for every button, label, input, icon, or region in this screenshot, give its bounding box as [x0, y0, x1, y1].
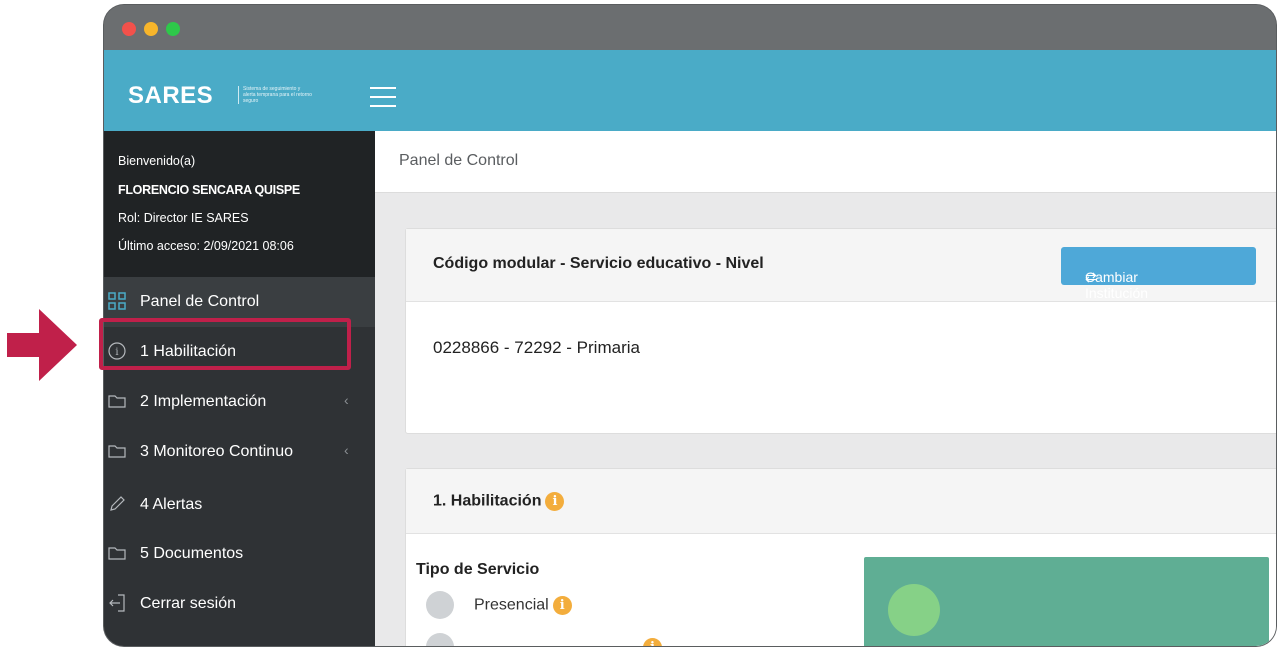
folder-icon [108, 445, 126, 458]
change-institution-button[interactable]: ⇄ Cambiar Institución [1061, 247, 1256, 301]
habilitacion-card-title-wrap: 1. Habilitación i [433, 492, 565, 511]
sidebar-item-label: 5 Documentos [140, 545, 244, 562]
folder-icon [108, 547, 126, 560]
hamburger-icon[interactable] [370, 87, 396, 107]
svg-text:i: i [115, 347, 118, 358]
radio-circle[interactable] [426, 633, 454, 646]
close-window-button[interactable] [122, 22, 136, 36]
sidebar-item-label: 3 Monitoreo Continuo [140, 443, 293, 460]
sidebar-item-label: 1 Habilitación [140, 343, 237, 360]
institution-value: 0228866 - 72292 - Primaria [433, 338, 640, 357]
maximize-window-button[interactable] [166, 22, 180, 36]
page-header: Panel de Control [375, 131, 1276, 193]
institution-card: Código modular - Servicio educativo - Ni… [405, 228, 1276, 434]
sidebar-item-panel-de-control[interactable]: Panel de Control [104, 277, 375, 327]
sidebar-item-label: 4 Alertas [140, 496, 203, 513]
sidebar-item-alertas[interactable]: 4 Alertas [104, 480, 375, 530]
sidebar-item-documentos[interactable]: 5 Documentos [104, 529, 375, 579]
logout-icon [109, 594, 125, 612]
status-panel [864, 557, 1269, 646]
habilitacion-card-header: 1. Habilitación i [406, 469, 1276, 534]
info-icon[interactable]: i [545, 492, 565, 511]
folder-icon [108, 395, 126, 408]
service-type-label: Tipo de Servicio [416, 561, 540, 578]
pencil-icon [110, 496, 125, 511]
radio-label: Presencial [474, 596, 549, 614]
change-institution-label: Cambiar Institución [1085, 269, 1149, 301]
minimize-window-button[interactable] [144, 22, 158, 36]
main-content: Panel de Control Código modular - Servic… [375, 131, 1276, 646]
pointer-arrow-icon [7, 309, 77, 381]
breadcrumb: Panel de Control [399, 152, 519, 169]
institution-card-title: Código modular - Servicio educativo - Ni… [433, 255, 764, 272]
sidebar-item-label: Panel de Control [140, 293, 260, 310]
status-indicator [888, 584, 940, 636]
user-name: FLORENCIO SENCARA QUISPE [118, 183, 300, 197]
grid-icon [108, 292, 126, 310]
browser-window: SARES Sistema de seguimiento y alerta te… [104, 5, 1276, 646]
sidebar-item-monitoreo-continuo[interactable]: 3 Monitoreo Continuo ‹ [104, 427, 375, 477]
sidebar: Bienvenido(a) FLORENCIO SENCARA QUISPE R… [104, 131, 375, 646]
logo-tagline: Sistema de seguimiento y alerta temprana… [238, 86, 313, 104]
sidebar-item-label: 2 Implementación [140, 393, 267, 410]
sidebar-item-label: Cerrar sesión [140, 595, 237, 612]
info-circle-icon: i [108, 342, 126, 360]
chevron-left-icon: ‹ [344, 392, 349, 408]
user-role: Rol: Director IE SARES [118, 211, 249, 225]
info-icon[interactable]: i [552, 596, 572, 615]
sares-logo[interactable]: SARES [128, 82, 213, 110]
habilitacion-card-title: 1. Habilitación [433, 492, 542, 510]
info-icon[interactable]: i [643, 638, 662, 646]
sidebar-item-cerrar-sesion[interactable]: Cerrar sesión [104, 579, 375, 629]
sidebar-item-habilitacion[interactable]: i 1 Habilitación [104, 327, 375, 377]
habilitacion-card: 1. Habilitación i Tipo de Servicio Presen… [405, 468, 1276, 646]
app-header: SARES Sistema de seguimiento y alerta te… [104, 50, 1276, 131]
window-titlebar [104, 5, 1276, 50]
user-info-panel: Bienvenido(a) FLORENCIO SENCARA QUISPE R… [104, 131, 375, 277]
welcome-text: Bienvenido(a) [118, 154, 196, 168]
sidebar-item-implementacion[interactable]: 2 Implementación ‹ [104, 377, 375, 427]
last-access: Último acceso: 2/09/2021 08:06 [118, 239, 294, 253]
institution-card-header: Código modular - Servicio educativo - Ni… [406, 229, 1276, 302]
chevron-left-icon: ‹ [344, 442, 349, 458]
radio-circle[interactable] [426, 591, 454, 619]
